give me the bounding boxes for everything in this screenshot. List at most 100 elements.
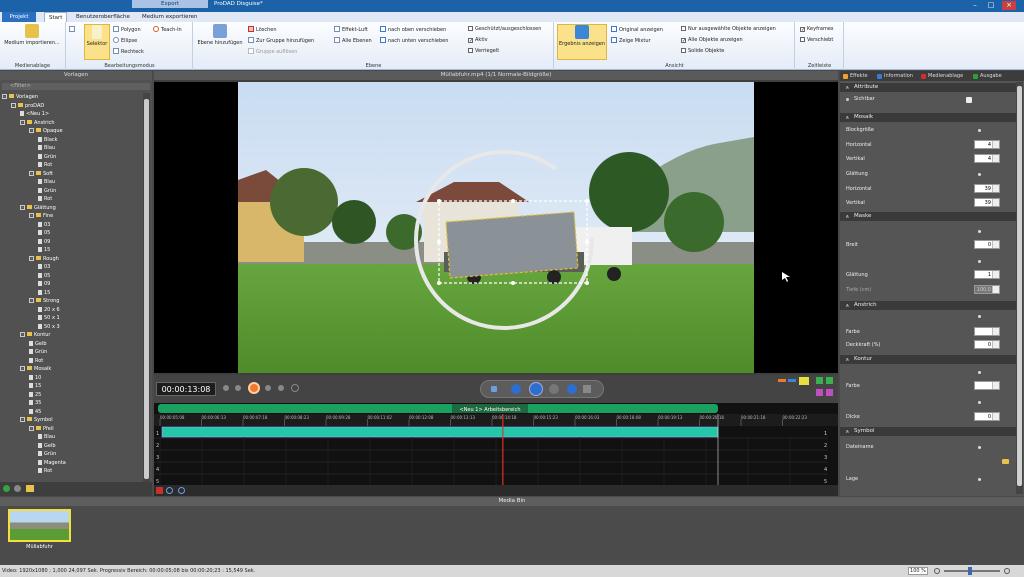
teachin-button[interactable]: Teach-In: [153, 26, 182, 34]
zoom-slider-thumb[interactable]: [968, 567, 972, 575]
media-thumbnail[interactable]: [8, 509, 71, 542]
zoom-in-icon[interactable]: [166, 487, 173, 494]
zoom-out-icon[interactable]: [178, 487, 185, 494]
skip-back-icon[interactable]: [511, 384, 521, 394]
dicke-input[interactable]: 0: [974, 412, 1000, 421]
g-vertikal-input[interactable]: 39: [974, 198, 1000, 207]
scrollbar-thumb[interactable]: [144, 99, 149, 479]
tree-item[interactable]: Rot: [38, 467, 52, 475]
keyframe-dot-icon[interactable]: [978, 129, 981, 132]
loop-icon[interactable]: [291, 384, 299, 392]
scrollbar-thumb[interactable]: [1017, 86, 1022, 486]
tree-folder[interactable]: – Symbol: [20, 416, 53, 424]
down-icon[interactable]: [826, 389, 833, 396]
alle-objekte-checkbox[interactable]: ✓ Alle Objekte anzeigen: [681, 37, 743, 44]
collapse-icon[interactable]: –: [29, 128, 34, 133]
grid-icon[interactable]: [156, 487, 163, 494]
keyframe-dot-icon[interactable]: [978, 371, 981, 374]
collapse-icon[interactable]: –: [20, 366, 25, 371]
mixtur-button[interactable]: Zeige Mixtur: [611, 37, 651, 45]
prev-frame-icon[interactable]: [491, 386, 497, 392]
tree-item[interactable]: Grün: [38, 153, 56, 161]
collapse-icon[interactable]: –: [2, 94, 7, 99]
tree-folder[interactable]: – Pfeil: [29, 425, 54, 433]
collapse-icon[interactable]: –: [20, 119, 25, 125]
tree-folder[interactable]: – Fine: [29, 212, 53, 220]
maximize-icon[interactable]: □: [984, 1, 998, 10]
up-icon[interactable]: [826, 377, 833, 384]
mark-in-icon[interactable]: [778, 379, 786, 382]
tree-item[interactable]: Grün: [29, 348, 47, 356]
step-back-icon[interactable]: [235, 385, 241, 391]
contextual-tab-export[interactable]: Export: [132, 0, 208, 8]
play-icon[interactable]: [529, 382, 543, 396]
tree-folder[interactable]: – Strong: [29, 297, 59, 305]
pause-icon[interactable]: [549, 384, 559, 394]
collapse-icon[interactable]: –: [20, 204, 25, 210]
add-icon[interactable]: [3, 485, 10, 492]
timeline[interactable]: <Neu 1> Arbeitsbereich 00:00:05:08 00:00:0…: [154, 403, 838, 489]
ebene-add-button[interactable]: Ebene hinzufügen: [196, 24, 244, 46]
section-anstrich[interactable]: Anstrich: [840, 301, 1016, 310]
keyframe-dot-icon[interactable]: [978, 446, 981, 449]
section-symbol[interactable]: Symbol: [840, 427, 1016, 436]
section-kontur[interactable]: Kontur: [840, 355, 1016, 364]
tree-item[interactable]: 35: [29, 399, 41, 407]
tree-item[interactable]: Grün: [38, 450, 56, 458]
ellipse-button[interactable]: Ellipse: [113, 37, 137, 45]
collapse-icon[interactable]: –: [29, 425, 34, 431]
g-horizontal-input[interactable]: 39: [974, 184, 1000, 193]
import-button[interactable]: Medium importieren...: [2, 24, 62, 46]
tree-item[interactable]: Rot: [38, 195, 52, 203]
tree-folder[interactable]: – Anstrich: [20, 119, 55, 127]
collapse-icon[interactable]: –: [20, 332, 25, 337]
tree-item[interactable]: 15: [29, 382, 41, 390]
down-icon[interactable]: [816, 389, 823, 396]
tab-start[interactable]: Start: [44, 12, 68, 22]
tree-folder[interactable]: – Glättung: [20, 204, 56, 212]
collapse-icon[interactable]: –: [29, 298, 34, 303]
tree-item[interactable]: 45: [29, 408, 41, 416]
keyframes-checkbox[interactable]: ✓ Keyframes: [800, 26, 834, 33]
tree-item[interactable]: Blau: [38, 433, 55, 441]
tree-item[interactable]: 20 x 6: [38, 306, 60, 314]
zoom-in-icon[interactable]: [1004, 568, 1010, 574]
keyframe-dot-icon[interactable]: [978, 230, 981, 233]
tree-item[interactable]: 15: [38, 289, 50, 297]
m-glaettung-input[interactable]: 1: [974, 270, 1000, 279]
tree-item[interactable]: Blau: [38, 178, 55, 186]
section-mosaik[interactable]: Mosaik: [840, 113, 1016, 122]
props-tab[interactable]: Medienablage: [920, 72, 963, 81]
selektor-button[interactable]: Selektor: [84, 24, 110, 60]
tree-item[interactable]: 50 x 1: [38, 314, 60, 322]
tree-folder[interactable]: – Rough: [29, 255, 59, 263]
tree-folder[interactable]: – Vorlagen: [2, 93, 38, 101]
aktiv-checkbox[interactable]: ✓ Aktiv: [468, 37, 488, 44]
folder-icon[interactable]: [26, 485, 34, 492]
zoom-out-icon[interactable]: [934, 568, 940, 574]
tree-item[interactable]: 03: [38, 263, 50, 271]
tree-item[interactable]: Gelb: [38, 442, 56, 450]
tree-item[interactable]: Rot: [38, 161, 52, 169]
step-forward-icon[interactable]: [265, 385, 271, 391]
rechteck-button[interactable]: Rechteck: [113, 48, 144, 56]
nach-oben-button[interactable]: nach oben verschieben: [380, 26, 446, 34]
frame-icon[interactable]: [583, 385, 591, 393]
tree-folder[interactable]: – Mosaik: [20, 365, 51, 373]
tab-medium-exportieren[interactable]: Medium exportieren: [138, 12, 201, 22]
horizontal-input[interactable]: 4: [974, 140, 1000, 149]
collapse-icon[interactable]: –: [20, 417, 25, 422]
mark-out-icon[interactable]: [788, 379, 796, 382]
zoom-slider[interactable]: [944, 570, 1000, 572]
verriegelt-checkbox[interactable]: Verriegelt: [468, 48, 499, 55]
toggle-icon[interactable]: [69, 26, 77, 34]
video-preview[interactable]: [154, 82, 838, 373]
tree-item[interactable]: 10: [29, 374, 41, 382]
tree-item[interactable]: Black: [38, 136, 58, 144]
loeschen-button[interactable]: Löschen: [248, 26, 277, 34]
solide-checkbox[interactable]: Solide Objekte: [681, 48, 724, 55]
tab-benutzeroberflaeche[interactable]: Benutzeroberfläche: [72, 12, 134, 22]
keyframe-dot-icon[interactable]: [978, 401, 981, 404]
props-tab[interactable]: Effekte: [842, 72, 868, 81]
tree-item[interactable]: 05: [38, 229, 50, 237]
